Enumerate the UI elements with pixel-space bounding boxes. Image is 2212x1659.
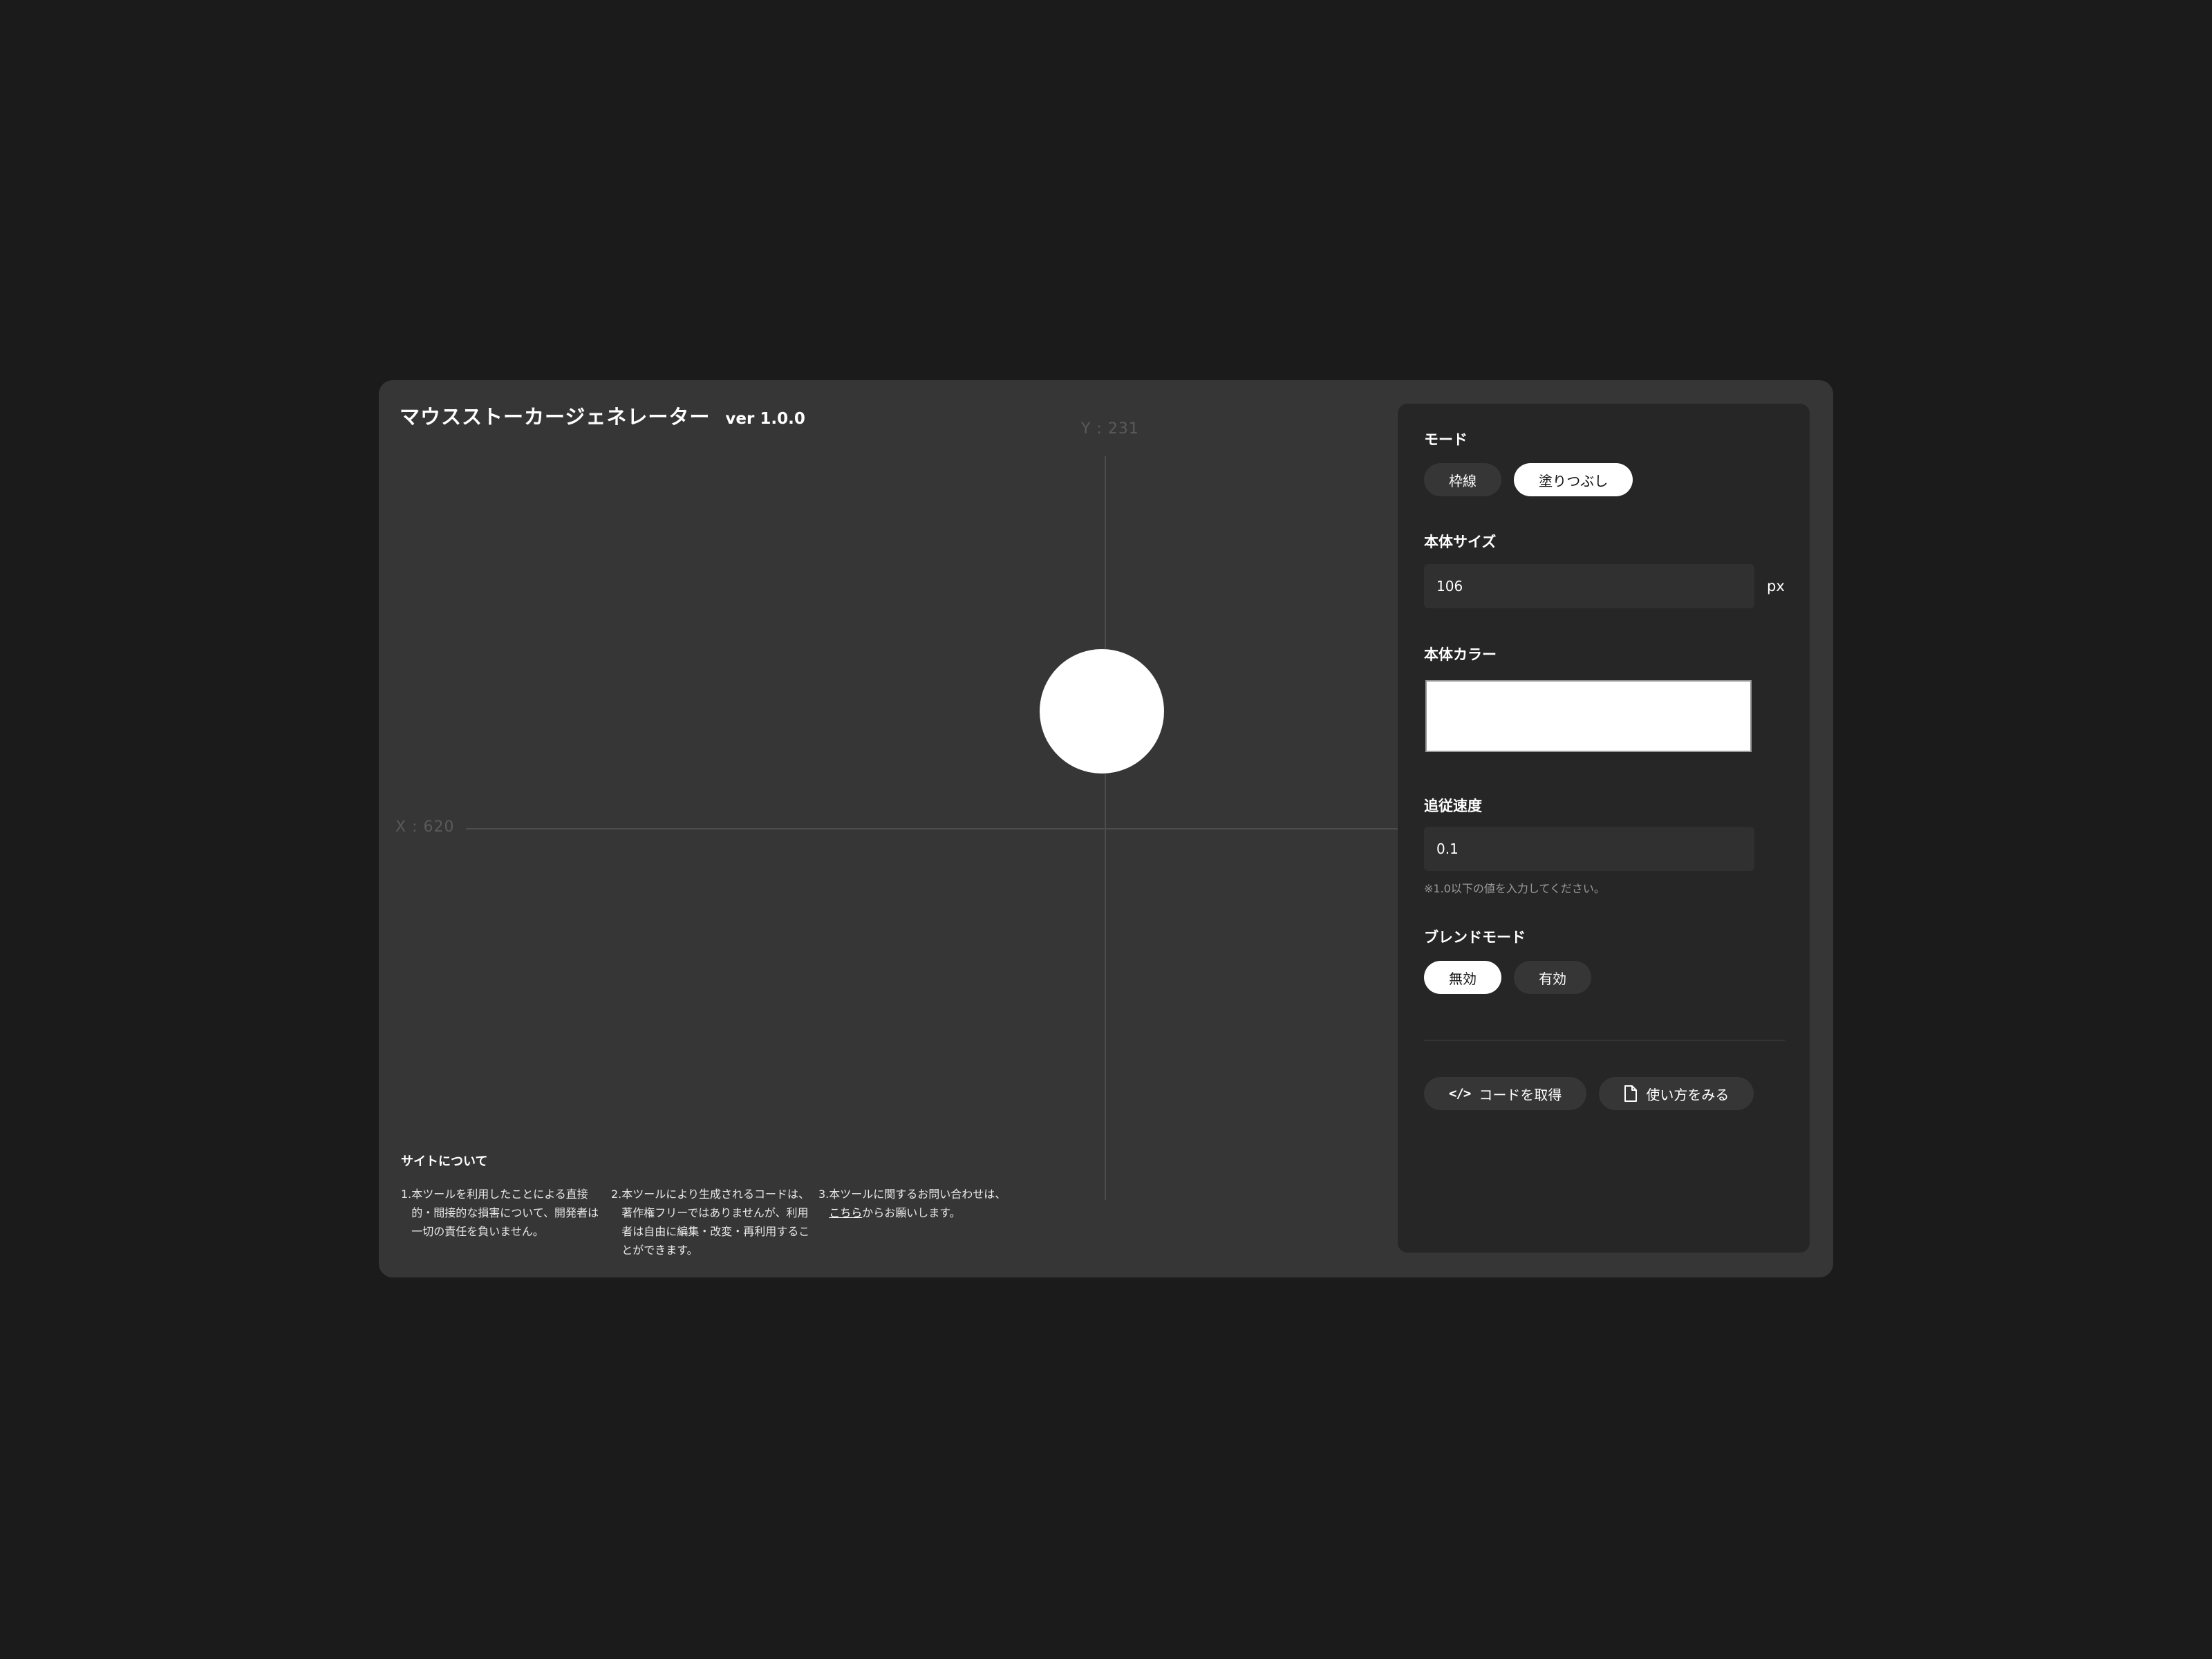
note-text-before: 本ツールに関するお問い合わせは、 — [829, 1188, 1006, 1201]
y-coordinate-readout: Y : 231 — [1081, 420, 1139, 438]
note-number: 2. — [611, 1188, 622, 1201]
mode-option-fill[interactable]: 塗りつぶし — [1514, 463, 1633, 496]
note-text-after: からお願いします。 — [862, 1206, 961, 1219]
how-to-button[interactable]: 使い方をみる — [1599, 1077, 1754, 1110]
size-label: 本体サイズ — [1424, 534, 1497, 550]
x-coordinate-readout: X : 620 — [395, 818, 455, 836]
about-note-2: 2. 本ツールにより生成されるコードは、著作権フリーではありませんが、利用者は自… — [611, 1185, 813, 1259]
document-icon — [1624, 1085, 1638, 1102]
app-title: マウスストーカージェネレーター — [400, 405, 711, 429]
size-unit: px — [1767, 578, 1785, 594]
color-picker-swatch[interactable] — [1425, 680, 1752, 752]
code-icon: </> — [1449, 1086, 1471, 1101]
note-number: 3. — [818, 1188, 830, 1201]
panel-divider — [1424, 1040, 1785, 1041]
size-input[interactable] — [1424, 564, 1754, 608]
get-code-label: コードを取得 — [1479, 1086, 1562, 1103]
contact-link[interactable]: こちら — [829, 1206, 862, 1219]
blend-mode-label: ブレンドモード — [1424, 929, 1526, 946]
note-text: 本ツールに関するお問い合わせは、 こちらからお願いします。 — [829, 1185, 1006, 1259]
mode-toggle-group: 枠線 塗りつぶし — [1424, 463, 1633, 496]
blend-option-disabled[interactable]: 無効 — [1424, 961, 1501, 994]
mouse-stalker-preview — [1040, 649, 1164, 774]
get-code-button[interactable]: </> コードを取得 — [1424, 1077, 1587, 1110]
speed-label: 追従速度 — [1424, 798, 1482, 814]
about-notes: 1. 本ツールを利用したことによる直接的・間接的な損害について、開発者は一切の責… — [401, 1185, 1065, 1259]
app-version: ver 1.0.0 — [725, 410, 805, 428]
note-number: 1. — [401, 1188, 412, 1201]
note-text: 本ツールにより生成されるコードは、著作権フリーではありませんが、利用者は自由に編… — [621, 1188, 810, 1257]
app-window: マウスストーカージェネレーター ver 1.0.0 Y : 231 X : 62… — [379, 380, 1833, 1277]
blend-mode-toggle-group: 無効 有効 — [1424, 961, 1591, 994]
speed-hint: ※1.0以下の値を入力してください。 — [1424, 882, 1605, 895]
speed-input[interactable] — [1424, 827, 1754, 871]
mode-label: モード — [1424, 431, 1468, 448]
action-buttons: </> コードを取得 使い方をみる — [1424, 1077, 1754, 1110]
color-label: 本体カラー — [1424, 646, 1497, 663]
how-to-label: 使い方をみる — [1646, 1086, 1730, 1103]
about-section: サイトについて 1. 本ツールを利用したことによる直接的・間接的な損害について、… — [401, 1152, 1065, 1259]
mode-option-outline[interactable]: 枠線 — [1424, 463, 1501, 496]
about-note-1: 1. 本ツールを利用したことによる直接的・間接的な損害について、開発者は一切の責… — [401, 1185, 606, 1259]
blend-option-enabled[interactable]: 有効 — [1514, 961, 1591, 994]
settings-panel: モード 枠線 塗りつぶし 本体サイズ px 本体カラー 追従速度 ※1.0以下の… — [1398, 404, 1810, 1253]
about-title: サイトについて — [401, 1154, 488, 1169]
about-note-3: 3. 本ツールに関するお問い合わせは、 こちらからお願いします。 — [818, 1185, 1026, 1259]
app-title-bar: マウスストーカージェネレーター ver 1.0.0 — [400, 401, 805, 430]
note-text: 本ツールを利用したことによる直接的・間接的な損害について、開発者は一切の責任を負… — [411, 1188, 599, 1238]
